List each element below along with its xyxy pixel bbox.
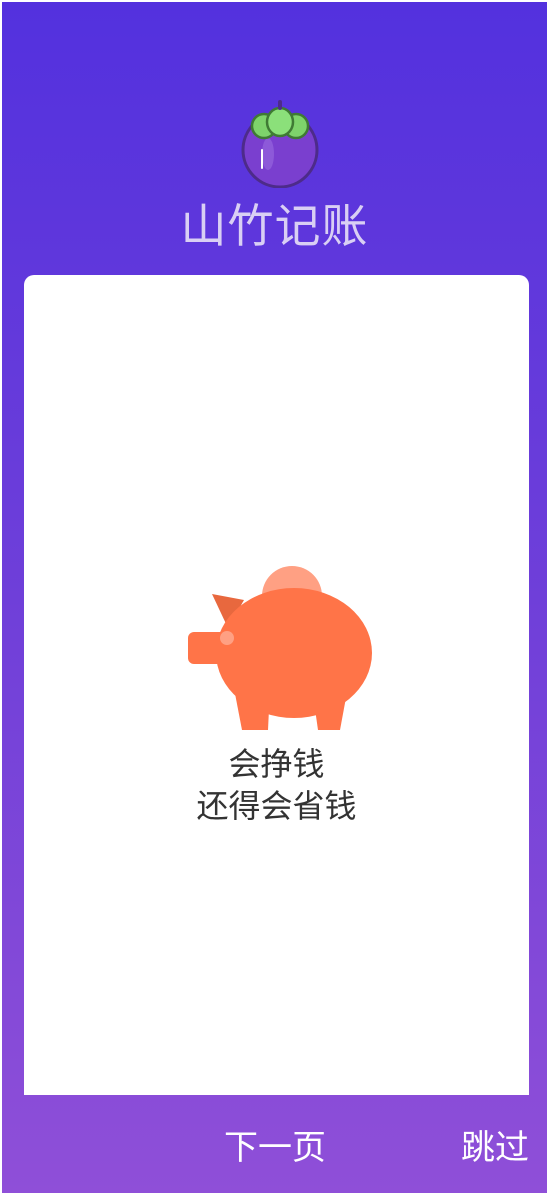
onboarding-slogan: 会挣钱 还得会省钱 <box>24 743 529 827</box>
app-title: 山竹记账 <box>180 199 369 253</box>
slogan-line-2: 还得会省钱 <box>196 787 357 825</box>
onboarding-screen: 山竹记账 会挣钱 还得会省钱 下一页 跳过 <box>2 2 547 1193</box>
skip-button[interactable]: 跳过 <box>461 1120 529 1169</box>
next-page-button[interactable]: 下一页 <box>224 1120 326 1169</box>
mangosteen-icon <box>241 100 319 188</box>
slogan-line-1: 会挣钱 <box>228 745 325 783</box>
bottom-nav-bar: 下一页 跳过 <box>2 1110 547 1170</box>
onboarding-card: 会挣钱 还得会省钱 <box>24 275 529 1095</box>
piggy-bank-icon <box>188 566 372 730</box>
